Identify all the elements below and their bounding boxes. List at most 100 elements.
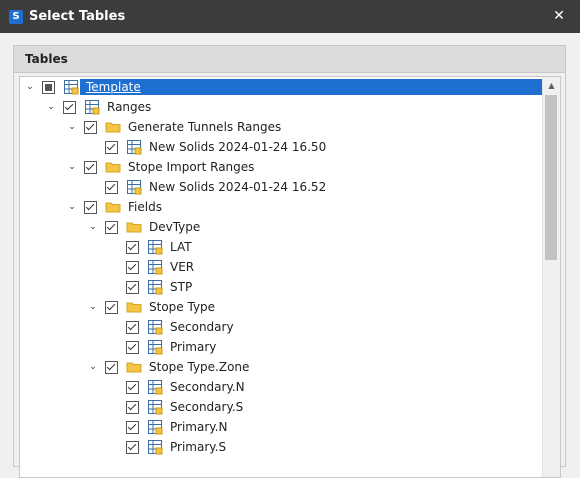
app-logo-icon: S xyxy=(9,9,23,24)
tree-item-label: Stope Type.Zone xyxy=(149,360,250,374)
tree-row[interactable]: Secondary.S xyxy=(20,397,543,417)
folder-icon xyxy=(105,159,121,175)
tree-checkbox[interactable] xyxy=(126,240,139,254)
tree-checkbox[interactable] xyxy=(63,100,76,114)
tree-checkbox[interactable] xyxy=(105,140,118,154)
tree-checkbox[interactable] xyxy=(84,200,97,214)
tree-item-label: Ranges xyxy=(107,100,152,114)
tree-item-label: LAT xyxy=(170,240,192,254)
tree-row[interactable]: Primary xyxy=(20,337,543,357)
table-icon xyxy=(147,339,163,355)
table-icon xyxy=(147,399,163,415)
window-title: Select Tables xyxy=(29,9,126,24)
folder-icon xyxy=(126,359,142,375)
tree-rows: ⌄ Template ⌄ Ranges ⌄ Generate Tunnels Ranges… xyxy=(20,77,543,457)
table-icon xyxy=(63,79,79,95)
tree-item-label: DevType xyxy=(149,220,201,234)
chevron-down-icon[interactable]: ⌄ xyxy=(45,101,57,113)
chevron-down-icon[interactable]: ⌄ xyxy=(24,81,36,93)
close-button[interactable]: ✕ xyxy=(550,6,568,26)
tree-row[interactable]: ⌄ Template xyxy=(20,77,543,97)
group-header: Tables xyxy=(14,46,565,73)
table-icon xyxy=(147,279,163,295)
table-icon xyxy=(147,319,163,335)
tree-row[interactable]: ⌄ Stope Type.Zone xyxy=(20,357,543,377)
tree-row[interactable]: Primary.N xyxy=(20,417,543,437)
vertical-scrollbar[interactable]: ▲ xyxy=(542,77,560,477)
tree-row[interactable]: ⌄ Stope Type xyxy=(20,297,543,317)
tree-checkbox[interactable] xyxy=(105,360,118,374)
tree-checkbox[interactable] xyxy=(126,440,139,454)
table-icon xyxy=(126,179,142,195)
tree-item-label: STP xyxy=(170,280,193,294)
table-icon xyxy=(147,239,163,255)
tree-row[interactable]: New Solids 2024-01-24 16.50 xyxy=(20,137,543,157)
chevron-down-icon[interactable]: ⌄ xyxy=(87,301,99,313)
tree-checkbox[interactable] xyxy=(105,180,118,194)
tree-row[interactable]: LAT xyxy=(20,237,543,257)
table-icon xyxy=(84,99,100,115)
tree-row[interactable]: ⌄ Generate Tunnels Ranges xyxy=(20,117,543,137)
tree-row[interactable]: Secondary xyxy=(20,317,543,337)
tree-checkbox[interactable] xyxy=(126,260,139,274)
tree-checkbox[interactable] xyxy=(126,380,139,394)
tree-row[interactable]: STP xyxy=(20,277,543,297)
chevron-down-icon[interactable]: ⌄ xyxy=(66,161,78,173)
tree-item-label: Stope Import Ranges xyxy=(128,160,255,174)
tree-item-label: Stope Type xyxy=(149,300,216,314)
close-icon: ✕ xyxy=(553,8,565,24)
tree-checkbox[interactable] xyxy=(126,400,139,414)
tree-item-label: New Solids 2024-01-24 16.50 xyxy=(149,140,327,154)
tree-item-label: Template xyxy=(84,80,143,94)
tree-checkbox[interactable] xyxy=(84,120,97,134)
tables-tree[interactable]: ⌄ Template ⌄ Ranges ⌄ Generate Tunnels Ranges… xyxy=(19,76,561,478)
scrollbar-thumb[interactable] xyxy=(545,95,557,260)
tree-row[interactable]: VER xyxy=(20,257,543,277)
tree-checkbox[interactable] xyxy=(126,420,139,434)
tree-item-label: Primary xyxy=(170,340,217,354)
tree-row[interactable]: ⌄ DevType xyxy=(20,217,543,237)
table-icon xyxy=(147,259,163,275)
tree-row[interactable]: ⌄ Stope Import Ranges xyxy=(20,157,543,177)
tree-checkbox[interactable] xyxy=(126,280,139,294)
tree-checkbox[interactable] xyxy=(126,320,139,334)
chevron-down-icon[interactable]: ⌄ xyxy=(87,221,99,233)
table-icon xyxy=(147,439,163,455)
title-bar: S Select Tables ✕ xyxy=(0,0,580,33)
tree-checkbox[interactable] xyxy=(84,160,97,174)
folder-icon xyxy=(126,299,142,315)
table-icon xyxy=(126,139,142,155)
tree-row[interactable]: ⌄ Ranges xyxy=(20,97,543,117)
tree-item-label: VER xyxy=(170,260,195,274)
tree-row[interactable]: Secondary.N xyxy=(20,377,543,397)
tree-checkbox[interactable] xyxy=(105,220,118,234)
table-icon xyxy=(147,419,163,435)
chevron-down-icon[interactable]: ⌄ xyxy=(66,201,78,213)
folder-icon xyxy=(105,199,121,215)
tree-checkbox[interactable] xyxy=(42,80,55,94)
tree-checkbox[interactable] xyxy=(126,340,139,354)
tree-row[interactable]: ⌄ Fields xyxy=(20,197,543,217)
folder-icon xyxy=(126,219,142,235)
tables-group: Tables ⌄ Template ⌄ Ranges ⌄ Generate Tunnels… xyxy=(13,45,566,478)
tree-item-label: Primary.S xyxy=(170,440,227,454)
tree-row[interactable]: Primary.S xyxy=(20,437,543,457)
chevron-down-icon[interactable]: ⌄ xyxy=(66,121,78,133)
chevron-down-icon[interactable]: ⌄ xyxy=(87,361,99,373)
folder-icon xyxy=(105,119,121,135)
tree-item-label: Secondary.S xyxy=(170,400,244,414)
scroll-up-arrow-icon[interactable]: ▲ xyxy=(543,77,560,94)
table-icon xyxy=(147,379,163,395)
tree-item-label: Secondary.N xyxy=(170,380,245,394)
tree-checkbox[interactable] xyxy=(105,300,118,314)
tree-row[interactable]: New Solids 2024-01-24 16.52 xyxy=(20,177,543,197)
